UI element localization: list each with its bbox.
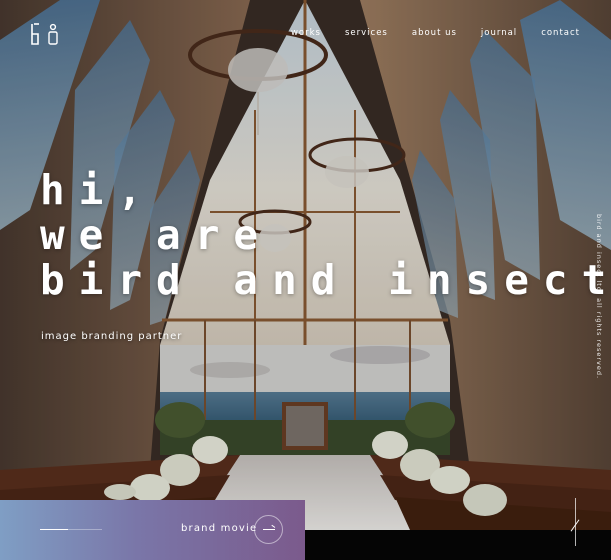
- nav-item-journal[interactable]: journal: [481, 28, 517, 38]
- hero-tagline: image branding partner: [41, 331, 183, 342]
- hero-headline: hi, we are bird and insect.: [40, 168, 611, 303]
- nav-item-about-us[interactable]: about us: [412, 28, 457, 38]
- hero-line-2: we are: [40, 211, 273, 259]
- main-nav: works services about us journal contact: [291, 28, 580, 38]
- arrow-right-icon: [263, 529, 275, 530]
- hero-line-3: bird and insect.: [40, 256, 611, 304]
- brand-movie-bar[interactable]: brand movie: [0, 500, 305, 560]
- nav-item-contact[interactable]: contact: [541, 28, 580, 38]
- copyright-text: bird and insect ltd. all rights reserved…: [595, 214, 603, 380]
- movie-progress-line: [40, 529, 102, 530]
- logo-mark-icon[interactable]: [30, 22, 58, 48]
- footer-dark-bar: [305, 530, 611, 560]
- brand-movie-button[interactable]: [254, 515, 283, 544]
- page: works services about us journal contact …: [0, 0, 611, 560]
- hero-line-1: hi,: [40, 166, 157, 214]
- movie-progress-fill: [40, 529, 68, 530]
- nav-item-services[interactable]: services: [345, 28, 388, 38]
- brand-movie-label: brand movie: [181, 523, 258, 534]
- nav-item-works[interactable]: works: [291, 28, 321, 38]
